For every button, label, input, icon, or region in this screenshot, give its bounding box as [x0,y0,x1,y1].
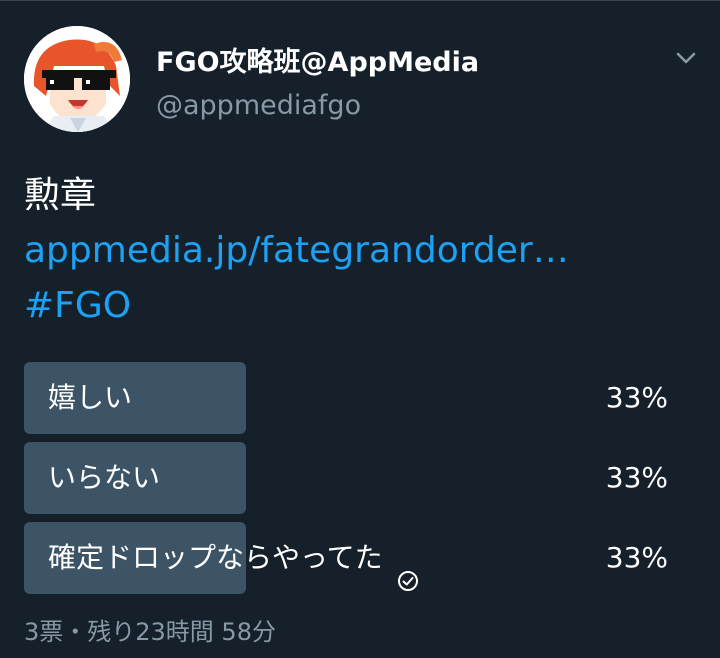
display-name[interactable]: FGO攻略班@AppMedia [156,40,479,79]
poll-option-label: いらない [48,442,160,514]
poll-option-text: 嬉しい [48,381,133,414]
poll-option[interactable]: いらない 33% [24,442,696,514]
poll-option-text: 確定ドロップならやってた [48,541,383,574]
tweet-body: 勲章 [24,175,97,216]
tweet-card: FGO攻略班@AppMedia @appmediafgo 勲章 appmedia… [0,0,720,658]
poll-option-label: 嬉しい [48,362,132,434]
poll-option[interactable]: 嬉しい 33% [24,362,696,434]
tweet-link[interactable]: appmedia.jp/fategrandorder… [24,223,684,278]
poll-option-text: いらない [48,461,161,494]
hashtag-link[interactable]: #FGO [24,278,684,333]
poll: 嬉しい 33% いらない 33% 確定ドロップならやってた 33% [24,362,696,602]
avatar[interactable] [24,26,130,132]
poll-meta: 3票・残り23時間 58分 [24,618,276,646]
chevron-down-icon[interactable] [672,44,700,72]
divider [0,0,720,1]
poll-option-label: 確定ドロップならやってた [48,522,419,594]
check-circle-icon [397,547,419,591]
poll-option[interactable]: 確定ドロップならやってた 33% [24,522,696,594]
poll-option-percent: 33% [605,541,668,574]
avatar-image [24,26,130,132]
poll-option-percent: 33% [605,381,668,414]
poll-option-percent: 33% [605,461,668,494]
tweet-text: 勲章 appmedia.jp/fategrandorder… #FGO [24,168,684,333]
user-handle[interactable]: @appmediafgo [156,90,361,121]
